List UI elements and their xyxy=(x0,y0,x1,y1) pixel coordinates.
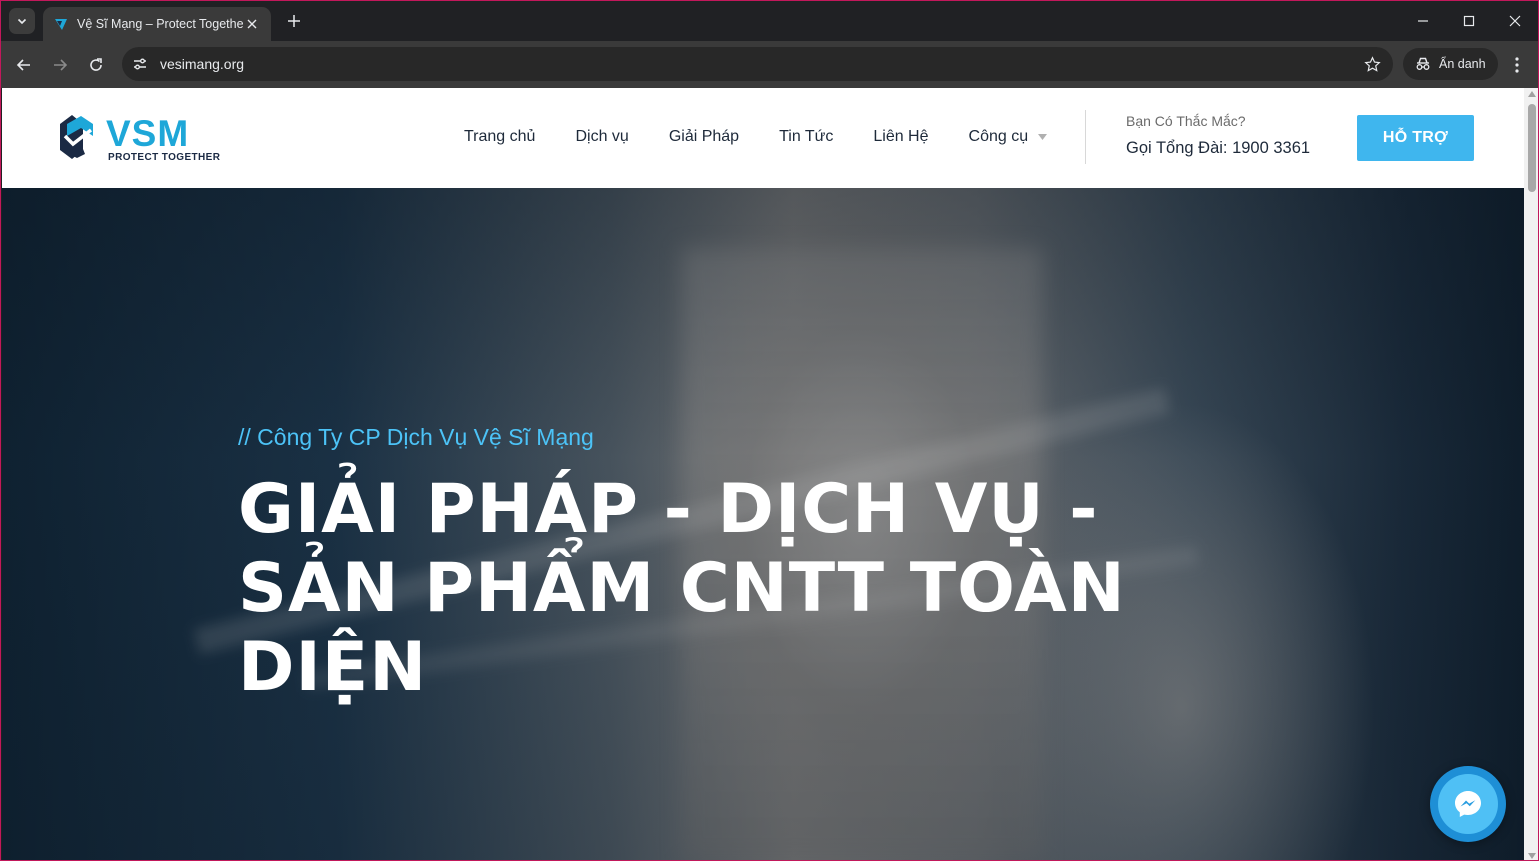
site-header: VSM PROTECT TOGETHER Trang chủ Dịch vụ G… xyxy=(2,88,1524,188)
arrow-left-icon xyxy=(16,59,30,71)
hero-banner: // Công Ty CP Dịch Vụ Vệ Sĩ Mạng GIẢI PH… xyxy=(2,188,1524,860)
incognito-indicator[interactable]: Ẩn danh xyxy=(1403,48,1498,80)
caret-down-icon xyxy=(1038,133,1048,140)
nav-item-dich-vu[interactable]: Dịch vụ xyxy=(575,128,628,146)
back-button[interactable] xyxy=(11,52,37,78)
scrollbar-thumb[interactable] xyxy=(1528,104,1536,192)
main-nav: Trang chủ Dịch vụ Giải Pháp Tin Tức Liên… xyxy=(464,128,1048,146)
forward-button[interactable] xyxy=(47,52,73,78)
browser-menu-button[interactable] xyxy=(1504,52,1530,78)
nav-item-giai-phap[interactable]: Giải Pháp xyxy=(669,128,739,146)
nav-item-tin-tuc[interactable]: Tin Tức xyxy=(779,128,833,146)
tab-title: Vệ Sĩ Mạng – Protect Together xyxy=(77,17,243,31)
nav-item-trang-chu[interactable]: Trang chủ xyxy=(464,128,535,146)
messenger-chat-inner xyxy=(1438,774,1498,834)
page-scrollbar[interactable] xyxy=(1524,88,1538,860)
incognito-icon xyxy=(1416,57,1430,70)
reload-icon xyxy=(90,58,102,71)
tab-close-icon[interactable] xyxy=(243,15,261,33)
support-button[interactable]: HỖ TRỢ xyxy=(1357,115,1474,161)
messenger-chat-button[interactable] xyxy=(1430,766,1506,842)
more-vert-icon xyxy=(1515,57,1519,73)
messenger-icon xyxy=(1455,791,1481,817)
tab-strip: Vệ Sĩ Mạng – Protect Together xyxy=(1,1,1538,41)
hero-kicker: // Công Ty CP Dịch Vụ Vệ Sĩ Mạng xyxy=(238,424,594,450)
bookmark-star-icon[interactable] xyxy=(1357,49,1387,79)
nav-item-lien-he[interactable]: Liên Hệ xyxy=(873,128,928,146)
browser-window: Vệ Sĩ Mạng – Protect Together vesimang.o… xyxy=(0,0,1539,861)
scroll-down-arrow-icon[interactable] xyxy=(1528,853,1536,859)
hero-headline: GIẢI PHÁP - DỊCH VỤ - SẢN PHẨM CNTT TOÀN… xyxy=(238,470,1126,707)
logo-tagline: PROTECT TOGETHER xyxy=(108,152,221,163)
incognito-label: Ẩn danh xyxy=(1439,57,1486,71)
url-text[interactable]: vesimang.org xyxy=(160,56,1357,72)
minimize-button[interactable] xyxy=(1400,1,1446,41)
minimize-icon xyxy=(1418,20,1428,22)
reload-button[interactable] xyxy=(83,52,109,78)
chevron-down-icon xyxy=(17,18,27,25)
site-logo[interactable]: VSM PROTECT TOGETHER xyxy=(59,113,249,164)
site-info-icon[interactable] xyxy=(128,52,152,76)
browser-toolbar: vesimang.org Ẩn danh xyxy=(1,41,1538,88)
site-favicon-icon xyxy=(55,19,67,30)
ask-text: Bạn Có Thắc Mắc? xyxy=(1126,113,1246,129)
web-page: VSM PROTECT TOGETHER Trang chủ Dịch vụ G… xyxy=(2,88,1524,860)
maximize-icon xyxy=(1463,15,1475,27)
header-divider xyxy=(1085,110,1086,164)
arrow-right-icon xyxy=(54,59,68,71)
close-icon xyxy=(1509,15,1521,27)
logo-text: VSM xyxy=(106,114,189,154)
maximize-button[interactable] xyxy=(1446,1,1492,41)
plus-icon xyxy=(288,15,300,27)
window-controls xyxy=(1400,1,1538,41)
nav-item-cong-cu[interactable]: Công cụ xyxy=(969,128,1048,146)
address-bar[interactable]: vesimang.org xyxy=(122,47,1393,81)
hotline-text[interactable]: Gọi Tổng Đài: 1900 3361 xyxy=(1126,139,1310,158)
tab-search-button[interactable] xyxy=(9,8,35,34)
scroll-up-arrow-icon[interactable] xyxy=(1528,91,1536,97)
new-tab-button[interactable] xyxy=(284,11,304,31)
active-tab[interactable]: Vệ Sĩ Mạng – Protect Together xyxy=(43,7,271,41)
close-window-button[interactable] xyxy=(1492,1,1538,41)
nav-item-cong-cu-label[interactable]: Công cụ xyxy=(969,128,1029,146)
